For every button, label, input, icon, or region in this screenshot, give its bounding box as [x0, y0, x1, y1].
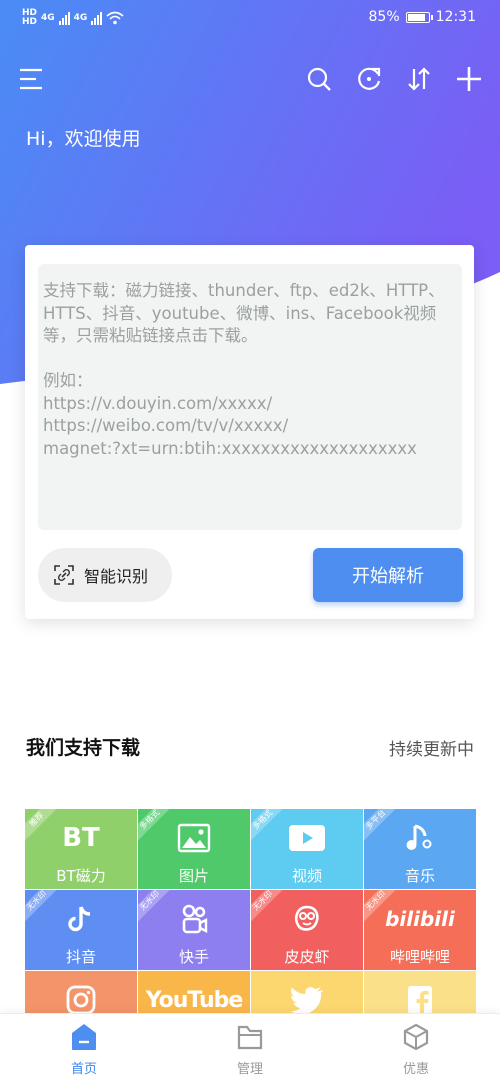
twitter-icon: [251, 983, 363, 1017]
folder-icon: [237, 1023, 263, 1051]
kuaishou-icon: [138, 902, 250, 936]
image-icon: [138, 821, 250, 855]
nav-item-0[interactable]: 首页: [24, 1014, 144, 1083]
bottom-navigation: 首页 管理 优惠: [0, 1013, 500, 1083]
nav-label: 优惠: [402, 1062, 429, 1077]
add-icon[interactable]: [454, 64, 484, 94]
start-parse-button[interactable]: 开始解析: [313, 548, 463, 602]
tile-label: 图片: [178, 867, 209, 885]
youtube-icon: YouTube: [138, 983, 250, 1017]
bt-icon-text: BT: [62, 823, 100, 853]
home-icon: [71, 1023, 97, 1051]
link-scan-icon: [54, 565, 74, 585]
network-type-1: 4G: [41, 12, 55, 23]
platform-tile-2[interactable]: 多格式 视频: [251, 809, 363, 889]
menu-icon[interactable]: [16, 64, 46, 94]
tile-label: 视频: [291, 867, 322, 885]
smart-recognize-button[interactable]: 智能识别: [38, 548, 172, 602]
platform-tile-1[interactable]: 多格式 图片: [138, 809, 250, 889]
platform-tile-5[interactable]: 无水印 快手: [138, 890, 250, 970]
nav-item-1[interactable]: 管理: [190, 1014, 310, 1083]
tile-label: 音乐: [404, 867, 435, 885]
status-bar: HD HD 4G 4G 85% 12:31: [0, 0, 500, 36]
pipixia-icon: [251, 902, 363, 936]
facebook-icon: [364, 983, 476, 1017]
link-input[interactable]: 支持下载：磁力链接、thunder、ftp、ed2k、HTTP、HTTS、抖音、…: [38, 264, 462, 530]
video-icon: [251, 821, 363, 855]
nav-label: 管理: [236, 1062, 263, 1077]
box-icon: [403, 1023, 429, 1051]
tile-label: 皮皮虾: [284, 948, 330, 966]
tile-label: 抖音: [65, 948, 96, 966]
wifi-icon: [106, 11, 124, 25]
tile-label: BT磁力: [56, 867, 106, 885]
signal-indicators: HD HD 4G 4G: [22, 9, 124, 27]
hd-label: HD HD: [22, 8, 38, 27]
link-input-card: 支持下载：磁力链接、thunder、ftp、ed2k、HTTP、HTTS、抖音、…: [25, 245, 474, 619]
nav-item-2[interactable]: 优惠: [356, 1014, 476, 1083]
toolbar: [0, 58, 500, 102]
platform-tile-3[interactable]: 多平台 音乐: [364, 809, 476, 889]
battery-icon: [405, 11, 433, 23]
network-type-2: 4G: [73, 12, 88, 23]
tile-label: 快手: [178, 948, 209, 966]
status-right: 85% 12:31: [369, 9, 476, 25]
bilibili-icon: bilibili: [364, 902, 476, 936]
tile-label: 哔哩哔哩: [389, 948, 450, 966]
search-icon[interactable]: [304, 64, 334, 94]
battery-percent: 85%: [368, 9, 400, 25]
platform-tile-7[interactable]: 无水印 bilibili 哔哩哔哩: [364, 890, 476, 970]
refresh-icon[interactable]: [354, 64, 384, 94]
bt-icon: BT: [25, 821, 137, 855]
music-icon: [364, 821, 476, 855]
douyin-icon: [25, 902, 137, 936]
instagram-icon: [25, 983, 137, 1017]
greeting-text: Hi，欢迎使用: [26, 128, 141, 150]
sort-icon[interactable]: [404, 64, 434, 94]
section-subtitle: 持续更新中: [389, 740, 474, 760]
platform-tile-6[interactable]: 无水印 皮皮虾: [251, 890, 363, 970]
signal-bars-icon: [91, 11, 103, 25]
bilibili-icon-text: bilibili: [385, 907, 455, 931]
section-title: 我们支持下载: [26, 737, 141, 759]
nav-label: 首页: [70, 1062, 97, 1077]
platform-tile-4[interactable]: 无水印 抖音: [25, 890, 137, 970]
smart-recognize-label: 智能识别: [84, 567, 149, 586]
youtube-icon-text: YouTube: [145, 987, 244, 1013]
platform-tile-0[interactable]: 推荐 BT BT磁力: [25, 809, 137, 889]
clock: 12:31: [435, 9, 476, 25]
app-screen: HD HD 4G 4G 85% 12:31 Hi，欢迎使用 支持下载：磁力链接、…: [0, 0, 500, 1083]
signal-bars-icon: [58, 11, 70, 25]
